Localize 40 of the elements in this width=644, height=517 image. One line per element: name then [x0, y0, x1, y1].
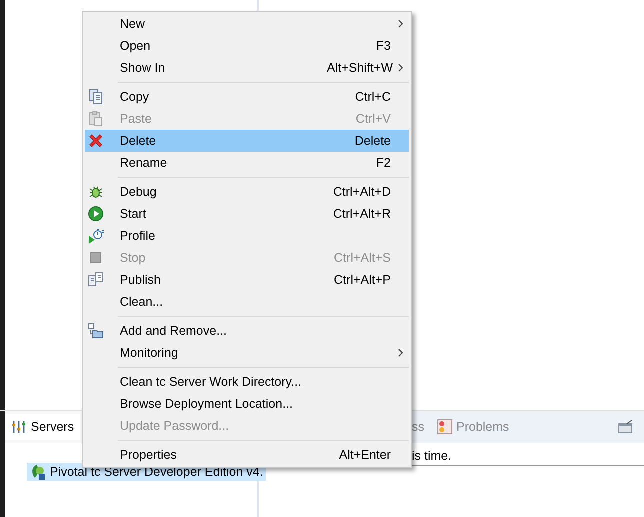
menu-item[interactable]: Debug Ctrl+Alt+D	[85, 181, 409, 203]
maximize-icon[interactable]	[618, 420, 634, 434]
shortcut-label: Ctrl+Alt+R	[333, 207, 391, 221]
shortcut-label: Ctrl+C	[355, 90, 391, 104]
shortcut-label: Delete	[354, 134, 391, 148]
shortcut-label: Alt+Enter	[339, 448, 391, 462]
menu-item[interactable]: Browse Deployment Location...	[85, 393, 409, 415]
shortcut-label: F3	[376, 39, 391, 53]
menu-item[interactable]: Start Ctrl+Alt+R	[85, 203, 409, 225]
shortcut-label: F2	[376, 156, 391, 170]
menu-item[interactable]: Delete Delete	[85, 130, 409, 152]
paste-icon	[88, 111, 104, 127]
problems-icon	[436, 419, 452, 435]
documents-icon	[88, 272, 104, 288]
play-icon	[88, 206, 104, 222]
menu-item[interactable]: Profile	[85, 225, 409, 247]
copy-icon	[88, 89, 104, 105]
servers-icon	[11, 419, 27, 435]
shortcut-label: Alt+Shift+W	[327, 61, 393, 75]
menu-item[interactable]: Add and Remove...	[85, 320, 409, 342]
shortcut-label: Ctrl+Alt+S	[334, 251, 391, 265]
menu-item[interactable]: Show In Alt+Shift+W	[85, 57, 409, 79]
folder-icon	[88, 323, 104, 339]
servers-tab[interactable]: Servers	[5, 414, 80, 440]
bug-icon	[88, 184, 104, 200]
menu-item[interactable]: Copy Ctrl+C	[85, 86, 409, 108]
shortcut-label: Ctrl+V	[356, 112, 391, 126]
menu-item[interactable]: Open F3	[85, 35, 409, 57]
menu-item[interactable]: Clean tc Server Work Directory...	[85, 371, 409, 393]
shortcut-label: Ctrl+Alt+D	[333, 185, 391, 199]
leaf-icon	[30, 464, 46, 480]
stopwatch-icon	[88, 228, 104, 244]
delete-icon	[88, 133, 104, 149]
menu-item[interactable]: Monitoring	[85, 342, 409, 364]
stop-icon	[88, 250, 104, 266]
shortcut-label: Ctrl+Alt+P	[334, 273, 391, 287]
menu-item[interactable]: Clean...	[85, 291, 409, 313]
menu-item[interactable]: Publish Ctrl+Alt+P	[85, 269, 409, 291]
menu-item[interactable]: Rename F2	[85, 152, 409, 174]
menu-item[interactable]: New	[85, 13, 409, 35]
